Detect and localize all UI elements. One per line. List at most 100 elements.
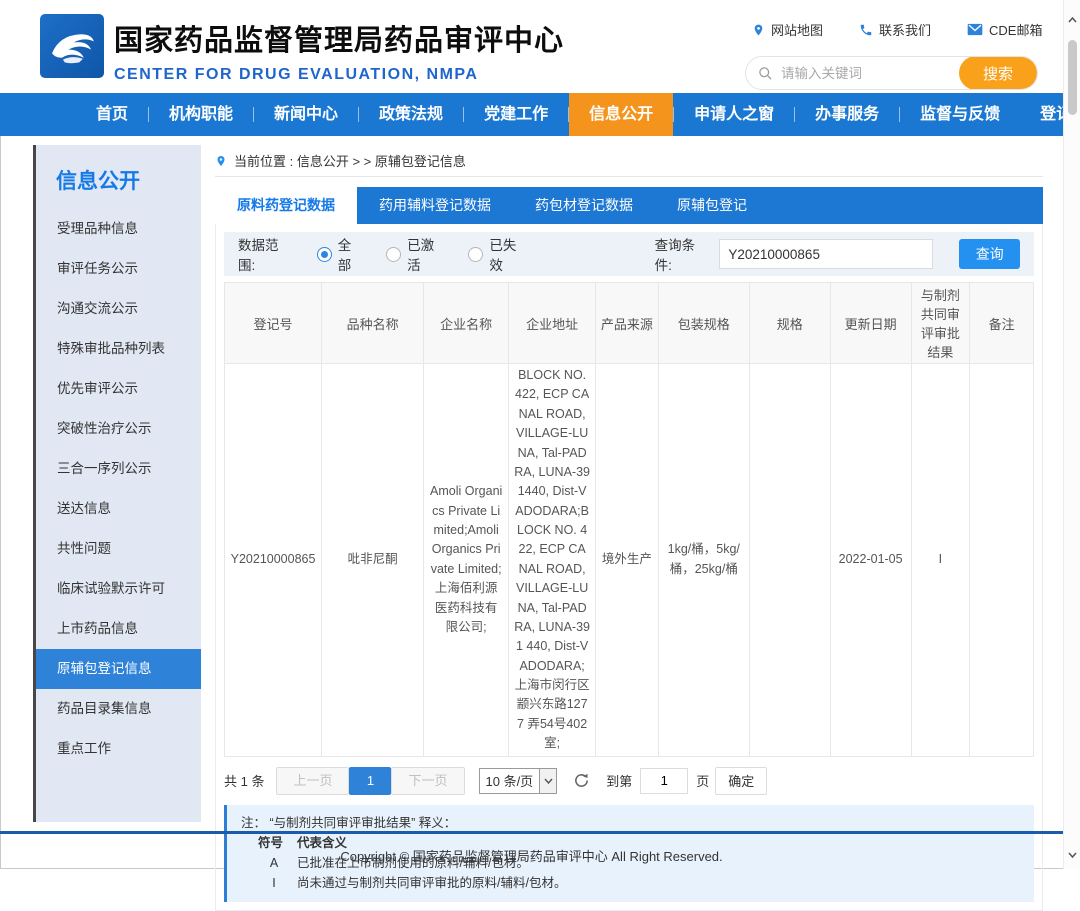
cell-company-address: BLOCK NO. 422, ECP CANAL ROAD, VILLAGE-L… bbox=[509, 364, 596, 757]
note-meaning: 尚未通过与制剂共同审评审批的原料/辅料/包材。 bbox=[297, 873, 566, 893]
location-pin-icon bbox=[752, 23, 765, 37]
content-panel: 数据范围: 全部 已激活 已失效 查询条件: 查询 bbox=[215, 224, 1043, 911]
scope-label: 数据范围: bbox=[238, 234, 293, 274]
refresh-icon[interactable] bbox=[573, 772, 590, 789]
radio-all-label: 全部 bbox=[338, 234, 362, 274]
col-product-source: 产品来源 bbox=[596, 283, 659, 364]
sidebar-item-review-tasks[interactable]: 审评任务公示 bbox=[36, 249, 201, 289]
nav-item-info-disclosure[interactable]: 信息公开 bbox=[569, 93, 673, 136]
footer-divider bbox=[0, 831, 1063, 834]
brand-block: 国家药品监督管理局药品审评中心 CENTER FOR DRUG EVALUATI… bbox=[114, 17, 564, 84]
nav-item-policies[interactable]: 政策法规 bbox=[359, 93, 463, 136]
note-row-i: I 尚未通过与制剂共同审评审批的原料/辅料/包材。 bbox=[241, 873, 1020, 893]
next-page-button[interactable]: 下一页 bbox=[391, 767, 464, 795]
confirm-button[interactable]: 确定 bbox=[715, 767, 767, 795]
radio-expired-label: 已失效 bbox=[489, 234, 526, 274]
page-size-value: 10 条/页 bbox=[480, 771, 540, 790]
sidebar-item-special-approval-list[interactable]: 特殊审批品种列表 bbox=[36, 329, 201, 369]
search-icon bbox=[758, 66, 773, 81]
sidebar: 信息公开 受理品种信息 审评任务公示 沟通交流公示 特殊审批品种列表 优先审评公… bbox=[33, 145, 201, 822]
total-count: 共 1 条 bbox=[224, 771, 264, 790]
radio-icon[interactable] bbox=[386, 247, 401, 262]
cell-joint-review-result: I bbox=[911, 364, 970, 757]
sitemap-link[interactable]: 网站地图 bbox=[752, 20, 823, 39]
cde-logo bbox=[40, 14, 104, 78]
tab-excipient-registration-data[interactable]: 药用辅料登记数据 bbox=[357, 187, 513, 224]
nav-item-party-building[interactable]: 党建工作 bbox=[464, 93, 568, 136]
breadcrumb-text: 当前位置 : 信息公开 > > 原辅包登记信息 bbox=[234, 151, 466, 170]
query-button[interactable]: 查询 bbox=[959, 239, 1020, 269]
goto-page-input[interactable] bbox=[640, 768, 688, 794]
sidebar-item-three-in-one[interactable]: 三合一序列公示 bbox=[36, 449, 201, 489]
radio-icon[interactable] bbox=[317, 247, 332, 262]
query-input[interactable] bbox=[719, 239, 933, 269]
chevron-down-icon[interactable] bbox=[539, 769, 556, 793]
nav-item-services[interactable]: 办事服务 bbox=[795, 93, 899, 136]
filter-bar: 数据范围: 全部 已激活 已失效 查询条件: 查询 bbox=[224, 232, 1034, 276]
note-title: 注： “与制剂共同审评审批结果” 释义： bbox=[241, 813, 1020, 833]
main-content: 当前位置 : 信息公开 > > 原辅包登记信息 原料药登记数据 药用辅料登记数据… bbox=[215, 145, 1043, 911]
sidebar-item-communication[interactable]: 沟通交流公示 bbox=[36, 289, 201, 329]
sidebar-item-clinical-trial-license[interactable]: 临床试验默示许可 bbox=[36, 569, 201, 609]
tab-api-registration-data[interactable]: 原料药登记数据 bbox=[215, 187, 357, 224]
page-size-select[interactable]: 10 条/页 bbox=[479, 768, 558, 794]
site-header: 国家药品监督管理局药品审评中心 CENTER FOR DRUG EVALUATI… bbox=[0, 0, 1063, 93]
site-title: 国家药品监督管理局药品审评中心 bbox=[114, 17, 564, 59]
swan-icon bbox=[43, 17, 101, 75]
sidebar-item-breakthrough-therapy[interactable]: 突破性治疗公示 bbox=[36, 409, 201, 449]
sidebar-item-common-issues[interactable]: 共性问题 bbox=[36, 529, 201, 569]
sidebar-title: 信息公开 bbox=[36, 145, 201, 209]
col-company-name: 企业名称 bbox=[424, 283, 509, 364]
main-nav: 首页 机构职能 新闻中心 政策法规 党建工作 信息公开 申请人之窗 办事服务 监… bbox=[0, 93, 1063, 136]
cell-registration-no: Y20210000865 bbox=[225, 364, 322, 757]
site-search: 搜索 bbox=[745, 56, 1038, 90]
table-header-row: 登记号 品种名称 企业名称 企业地址 产品来源 包装规格 规格 更新日期 与制剂… bbox=[225, 283, 1034, 364]
col-product-name: 品种名称 bbox=[322, 283, 424, 364]
tab-raw-aux-pack-registration[interactable]: 原辅包登记 bbox=[655, 187, 769, 224]
sidebar-item-raw-material-registration[interactable]: 原辅包登记信息 bbox=[36, 649, 201, 689]
tab-packaging-registration-data[interactable]: 药包材登记数据 bbox=[513, 187, 655, 224]
nav-item-supervision-feedback[interactable]: 监督与反馈 bbox=[900, 93, 1020, 136]
cde-mail-label: CDE邮箱 bbox=[989, 20, 1042, 39]
nav-item-home[interactable]: 首页 bbox=[76, 93, 148, 136]
tab-bar: 原料药登记数据 药用辅料登记数据 药包材登记数据 原辅包登记 bbox=[215, 187, 1043, 224]
nav-item-functions[interactable]: 机构职能 bbox=[149, 93, 253, 136]
contact-link[interactable]: 联系我们 bbox=[859, 20, 931, 39]
search-input[interactable] bbox=[773, 66, 959, 81]
radio-expired[interactable]: 已失效 bbox=[468, 234, 526, 274]
cell-remarks bbox=[970, 364, 1034, 757]
radio-activated[interactable]: 已激活 bbox=[386, 234, 444, 274]
radio-activated-label: 已激活 bbox=[407, 234, 444, 274]
search-button[interactable]: 搜索 bbox=[959, 56, 1037, 90]
note-symbol: I bbox=[261, 873, 287, 893]
radio-all[interactable]: 全部 bbox=[317, 234, 362, 274]
cell-update-date: 2022-01-05 bbox=[830, 364, 911, 757]
cell-company-name: Amoli Organics Private Limited;Amoli Org… bbox=[424, 364, 509, 757]
cde-mail-link[interactable]: CDE邮箱 bbox=[967, 20, 1042, 39]
sidebar-item-accepted-products[interactable]: 受理品种信息 bbox=[36, 209, 201, 249]
cell-product-source: 境外生产 bbox=[596, 364, 659, 757]
sidebar-item-drug-catalog[interactable]: 药品目录集信息 bbox=[36, 689, 201, 729]
location-pin-icon bbox=[215, 154, 227, 168]
nav-item-applicant-window[interactable]: 申请人之窗 bbox=[674, 93, 794, 136]
copyright-text: Copyright © 国家药品监督管理局药品审评中心 All Right Re… bbox=[0, 846, 1063, 865]
registration-table: 登记号 品种名称 企业名称 企业地址 产品来源 包装规格 规格 更新日期 与制剂… bbox=[224, 282, 1034, 757]
prev-page-button[interactable]: 上一页 bbox=[276, 767, 349, 795]
radio-icon[interactable] bbox=[468, 247, 483, 262]
sidebar-item-marketed-drugs[interactable]: 上市药品信息 bbox=[36, 609, 201, 649]
sidebar-item-key-work[interactable]: 重点工作 bbox=[36, 729, 201, 769]
col-update-date: 更新日期 bbox=[830, 283, 911, 364]
scrollbar-thumb[interactable] bbox=[1068, 40, 1077, 115]
cell-product-name: 吡非尼酮 bbox=[322, 364, 424, 757]
current-page-button[interactable]: 1 bbox=[349, 767, 391, 795]
nav-item-news[interactable]: 新闻中心 bbox=[254, 93, 358, 136]
scrollbar[interactable] bbox=[1063, 0, 1080, 869]
sidebar-item-priority-review[interactable]: 优先审评公示 bbox=[36, 369, 201, 409]
phone-icon bbox=[859, 23, 873, 37]
cell-packaging-spec: 1kg/桶，5kg/桶，25kg/桶 bbox=[658, 364, 749, 757]
sidebar-item-delivery-info[interactable]: 送达信息 bbox=[36, 489, 201, 529]
contact-label: 联系我们 bbox=[879, 20, 931, 39]
scroll-up-icon[interactable] bbox=[1065, 12, 1080, 28]
sitemap-label: 网站地图 bbox=[771, 20, 823, 39]
scroll-down-icon[interactable] bbox=[1065, 847, 1080, 863]
